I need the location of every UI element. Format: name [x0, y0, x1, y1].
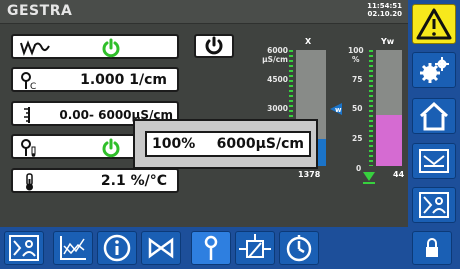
user-button[interactable]	[4, 231, 44, 265]
probe-icon	[204, 235, 218, 260]
trend-chart-icon	[60, 236, 86, 260]
clock-date: 02.10.20	[367, 10, 402, 18]
power-off-button[interactable]	[194, 34, 234, 58]
warning-triangle-icon	[416, 8, 452, 40]
bargraph-y-ruler	[369, 50, 373, 166]
temp-coefficient-value: 2.1 %/°C	[100, 173, 167, 189]
x-tick: 6000	[267, 46, 288, 55]
gears-icon	[420, 57, 449, 83]
relay-button[interactable]	[235, 231, 275, 265]
screen: GESTRA 11:54:51 02.10.20 C 1.000 1/cm 0.…	[0, 0, 460, 269]
login-button[interactable]	[412, 187, 456, 223]
power-on-icon[interactable]	[101, 38, 121, 58]
valve-output-button[interactable]	[412, 143, 456, 179]
bargraph-y-readout: 44	[393, 170, 405, 179]
clock: 11:54:51 02.10.20	[367, 2, 402, 18]
arrow-down-icon	[362, 170, 376, 184]
temp-coefficient-row[interactable]: 2.1 %/°C	[11, 168, 179, 193]
cell-constant-value: 1.000 1/cm	[80, 72, 167, 88]
y-tick: 100	[348, 46, 364, 55]
cell-constant-row[interactable]: C 1.000 1/cm	[11, 67, 179, 92]
timer-button[interactable]	[279, 231, 319, 265]
brand-logo: GESTRA	[7, 3, 73, 19]
person-key-icon	[419, 192, 449, 218]
x-unit: µS/cm	[262, 55, 288, 64]
y-tick: 25	[352, 134, 363, 143]
info-icon	[103, 234, 131, 262]
signal-row[interactable]	[11, 34, 179, 59]
bargraph-y-label: Yw	[381, 37, 395, 46]
home-icon	[419, 101, 449, 131]
y-tick: 50	[352, 104, 363, 113]
valve-output-icon	[419, 149, 449, 173]
signal-wave-icon	[19, 39, 50, 57]
info-button[interactable]	[97, 231, 137, 265]
range-popup[interactable]: 100% 6000µS/cm	[133, 119, 318, 169]
thermometer-icon	[19, 173, 41, 191]
power-on-icon[interactable]	[101, 138, 121, 158]
bargraph-y-fill	[376, 114, 402, 166]
popup-value: 6000µS/cm	[216, 136, 304, 152]
x-tick: 4500	[267, 75, 288, 84]
popup-range-field[interactable]: 100% 6000µS/cm	[145, 131, 311, 157]
timer-icon	[286, 235, 312, 262]
valve-button[interactable]	[141, 231, 181, 265]
bargraph-x-readout: 1378	[298, 170, 321, 179]
y-tick: 0	[356, 164, 362, 173]
header-bar: GESTRA 11:54:51 02.10.20	[0, 0, 408, 24]
x-tick: 3000	[267, 104, 288, 113]
lock-icon	[426, 238, 438, 257]
trend-button[interactable]	[53, 231, 93, 265]
bargraph-x-label: X	[305, 37, 312, 46]
home-button[interactable]	[412, 98, 456, 134]
clock-time: 11:54:51	[367, 2, 402, 10]
y-unit: %	[352, 55, 360, 64]
bargraph-y	[376, 50, 402, 166]
probe-c-icon: C	[19, 72, 41, 90]
popup-percent: 100%	[152, 136, 196, 152]
bargraph-y-scale: 100 % 75 50 25 0	[340, 38, 370, 178]
y-tick: 75	[352, 75, 363, 84]
relay-icon	[239, 234, 271, 258]
warning-button[interactable]	[412, 4, 456, 44]
settings-button[interactable]	[412, 52, 456, 88]
probe-button[interactable]	[191, 231, 231, 265]
range-scale-icon	[19, 106, 41, 124]
valve-icon	[148, 237, 174, 259]
svg-text:C: C	[30, 82, 36, 90]
lock-button[interactable]	[412, 231, 452, 265]
probe-thermometer-icon	[19, 139, 41, 157]
user-panel-icon	[9, 235, 39, 261]
